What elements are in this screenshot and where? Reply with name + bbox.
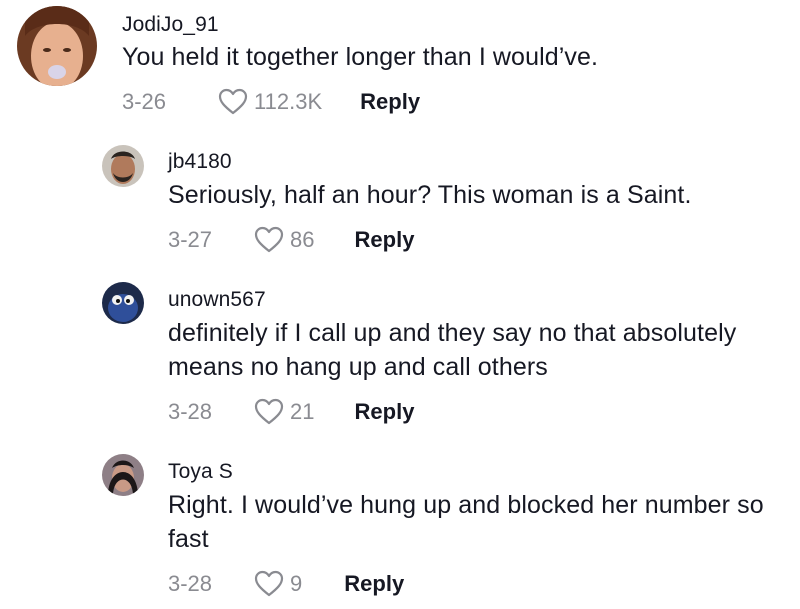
comment-meta: 3-28 9 Reply bbox=[168, 570, 404, 598]
heart-outline-icon[interactable] bbox=[254, 226, 284, 254]
comment-text: You held it together longer than I would… bbox=[122, 43, 599, 71]
comment-meta: 3-27 86 Reply bbox=[168, 226, 414, 254]
comment-date: 3-26 bbox=[122, 89, 167, 114]
comment-username[interactable]: JodiJo_91 bbox=[122, 13, 219, 37]
heart-outline-icon[interactable] bbox=[218, 88, 248, 116]
reply-button[interactable]: Reply bbox=[344, 571, 404, 597]
comment-meta: 3-28 21 Reply bbox=[168, 398, 414, 426]
reply-button[interactable]: Reply bbox=[355, 227, 415, 253]
reply-button[interactable]: Reply bbox=[355, 399, 415, 425]
comment-date: 3-28 bbox=[168, 571, 213, 596]
comment-text: Seriously, half an hour? This woman is a… bbox=[168, 181, 692, 209]
comment-username[interactable]: jb4180 bbox=[168, 150, 232, 174]
like-count: 112.3K bbox=[254, 89, 323, 114]
comment-text: Right. I would’ve hung up and blocked he… bbox=[168, 491, 764, 553]
comment-text: definitely if I call up and they say no … bbox=[168, 319, 737, 381]
like-count: 86 bbox=[290, 227, 315, 252]
reply-button[interactable]: Reply bbox=[360, 89, 420, 115]
like-count: 9 bbox=[290, 571, 303, 596]
avatar[interactable] bbox=[102, 145, 144, 187]
like-count: 21 bbox=[290, 399, 315, 424]
comment-meta: 3-26 112.3K Reply bbox=[122, 88, 420, 116]
heart-outline-icon[interactable] bbox=[254, 570, 284, 598]
avatar[interactable] bbox=[102, 454, 144, 496]
heart-outline-icon[interactable] bbox=[254, 398, 284, 426]
comment-date: 3-27 bbox=[168, 227, 213, 252]
comment-username[interactable]: Toya S bbox=[168, 460, 233, 484]
comment-date: 3-28 bbox=[168, 399, 213, 424]
comment-username[interactable]: unown567 bbox=[168, 288, 266, 312]
avatar[interactable] bbox=[17, 6, 97, 86]
avatar[interactable] bbox=[102, 282, 144, 324]
